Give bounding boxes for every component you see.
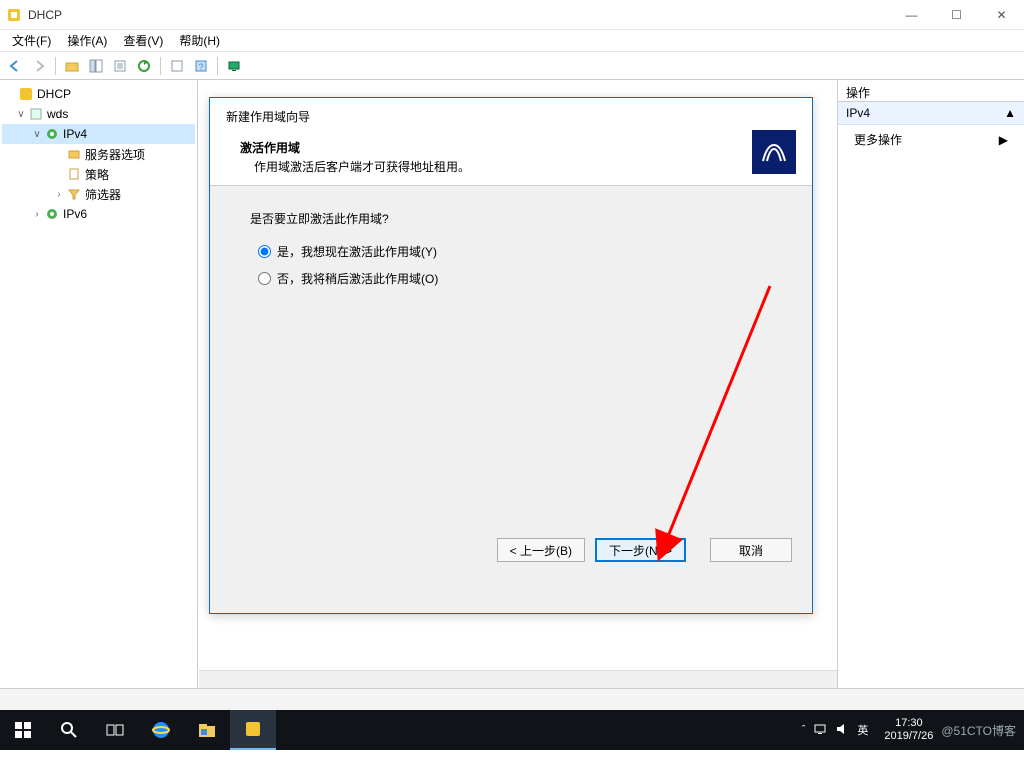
forward-button[interactable] <box>28 55 50 77</box>
show-hide-tree-icon[interactable] <box>85 55 107 77</box>
tree-label: wds <box>47 107 68 121</box>
new-scope-wizard-dialog: 新建作用域向导 激活作用域 作用域激活后客户端才可获得地址租用。 是否要立即激活… <box>209 97 813 614</box>
tree-label: IPv6 <box>63 207 87 221</box>
ipv6-icon <box>44 206 60 222</box>
network-icon[interactable] <box>813 722 827 739</box>
dhcp-icon <box>18 86 34 102</box>
tree-server-options[interactable]: 服务器选项 <box>2 144 195 164</box>
ipv4-icon <box>44 126 60 142</box>
radio-activate-no[interactable]: 否，我将稍后激活此作用域(O) <box>258 270 772 287</box>
volume-icon[interactable] <box>835 722 849 739</box>
taskbar-clock[interactable]: 17:30 2019/7/26 <box>876 717 941 743</box>
help-toolbar-icon[interactable]: ? <box>190 55 212 77</box>
cancel-button[interactable]: 取消 <box>710 538 792 562</box>
ie-taskbar-icon[interactable] <box>138 710 184 750</box>
tree-server-wds[interactable]: ∨ wds <box>2 104 195 124</box>
tree-label: 筛选器 <box>85 186 121 203</box>
clock-date: 2019/7/26 <box>884 730 933 743</box>
tree-root-dhcp[interactable]: DHCP <box>2 84 195 104</box>
toolbar: ? <box>0 52 1024 80</box>
tree-policies[interactable]: 策略 <box>2 164 195 184</box>
dhcp-taskbar-icon[interactable] <box>230 710 276 750</box>
tree-label: 策略 <box>85 166 109 183</box>
properties-icon[interactable] <box>166 55 188 77</box>
ime-indicator[interactable]: 英 <box>857 722 868 738</box>
menu-view[interactable]: 查看(V) <box>115 30 171 51</box>
system-tray[interactable]: ˆ 英 <box>794 722 877 739</box>
task-view-button[interactable] <box>92 710 138 750</box>
next-button[interactable]: 下一步(N) > <box>595 538 686 562</box>
monitor-icon[interactable] <box>223 55 245 77</box>
radio-activate-yes[interactable]: 是，我想现在激活此作用域(Y) <box>258 243 772 260</box>
chevron-right-icon: ▶ <box>999 133 1008 147</box>
nav-tree[interactable]: DHCP ∨ wds ∨ IPv4 服务器选项 策略 › 筛选器 › <box>0 80 198 688</box>
up-folder-icon[interactable] <box>61 55 83 77</box>
actions-section-ipv4[interactable]: IPv4 ▲ <box>838 102 1024 125</box>
tree-label: 服务器选项 <box>85 146 145 163</box>
tree-label: IPv4 <box>63 127 87 141</box>
server-icon <box>28 106 44 122</box>
policy-icon <box>66 166 82 182</box>
options-icon <box>66 146 82 162</box>
wizard-header-icon <box>752 130 796 174</box>
dialog-body: 是否要立即激活此作用域? 是，我想现在激活此作用域(Y) 否，我将稍后激活此作用… <box>210 186 812 526</box>
radio-no-input[interactable] <box>258 272 271 285</box>
taskbar: ˆ 英 17:30 2019/7/26 @51CTO博客 <box>0 710 1024 750</box>
minimize-button[interactable]: — <box>889 0 934 30</box>
start-button[interactable] <box>0 710 46 750</box>
dialog-header: 新建作用域向导 激活作用域 作用域激活后客户端才可获得地址租用。 <box>210 98 812 186</box>
refresh-icon[interactable] <box>133 55 155 77</box>
tree-filters[interactable]: › 筛选器 <box>2 184 195 204</box>
filter-icon <box>66 186 82 202</box>
export-list-icon[interactable] <box>109 55 131 77</box>
menubar: 文件(F) 操作(A) 查看(V) 帮助(H) <box>0 30 1024 52</box>
back-button[interactable]: < 上一步(B) <box>497 538 585 562</box>
wizard-question: 是否要立即激活此作用域? <box>250 210 772 227</box>
window-title: DHCP <box>28 8 889 22</box>
actions-more-label: 更多操作 <box>854 131 902 148</box>
explorer-taskbar-icon[interactable] <box>184 710 230 750</box>
tray-chevron-icon[interactable]: ˆ <box>802 724 806 736</box>
radio-yes-label: 是，我想现在激活此作用域(Y) <box>277 243 437 260</box>
dhcp-app-icon <box>6 7 22 23</box>
menu-action[interactable]: 操作(A) <box>59 30 115 51</box>
svg-text:?: ? <box>198 62 203 72</box>
actions-section-label: IPv4 <box>846 106 870 120</box>
tree-ipv4[interactable]: ∨ IPv4 <box>2 124 195 144</box>
clock-time: 17:30 <box>884 717 933 730</box>
expander-icon[interactable]: › <box>30 209 44 220</box>
wizard-section-desc: 作用域激活后客户端才可获得地址租用。 <box>254 158 752 175</box>
expander-icon[interactable]: ∨ <box>30 129 44 140</box>
titlebar: DHCP — ☐ ✕ <box>0 0 1024 30</box>
actions-more[interactable]: 更多操作 ▶ <box>838 125 1024 154</box>
menu-file[interactable]: 文件(F) <box>4 30 59 51</box>
menu-help[interactable]: 帮助(H) <box>171 30 228 51</box>
collapse-icon[interactable]: ▲ <box>1004 106 1016 120</box>
radio-no-label: 否，我将稍后激活此作用域(O) <box>277 270 438 287</box>
wizard-section-title: 激活作用域 <box>240 139 752 156</box>
expander-icon[interactable]: ∨ <box>14 109 28 120</box>
tree-label: DHCP <box>37 87 71 101</box>
tree-ipv6[interactable]: › IPv6 <box>2 204 195 224</box>
radio-yes-input[interactable] <box>258 245 271 258</box>
maximize-button[interactable]: ☐ <box>934 0 979 30</box>
dialog-footer: < 上一步(B) 下一步(N) > 取消 <box>210 526 812 574</box>
horizontal-scrollbar[interactable] <box>199 670 837 688</box>
actions-header: 操作 <box>838 80 1024 102</box>
back-button[interactable] <box>4 55 26 77</box>
expander-icon[interactable]: › <box>52 189 66 200</box>
close-button[interactable]: ✕ <box>979 0 1024 30</box>
actions-pane: 操作 IPv4 ▲ 更多操作 ▶ <box>838 80 1024 688</box>
watermark-text: @51CTO博客 <box>941 722 1024 739</box>
wizard-title: 新建作用域向导 <box>226 108 752 125</box>
search-button[interactable] <box>46 710 92 750</box>
statusbar <box>0 688 1024 710</box>
